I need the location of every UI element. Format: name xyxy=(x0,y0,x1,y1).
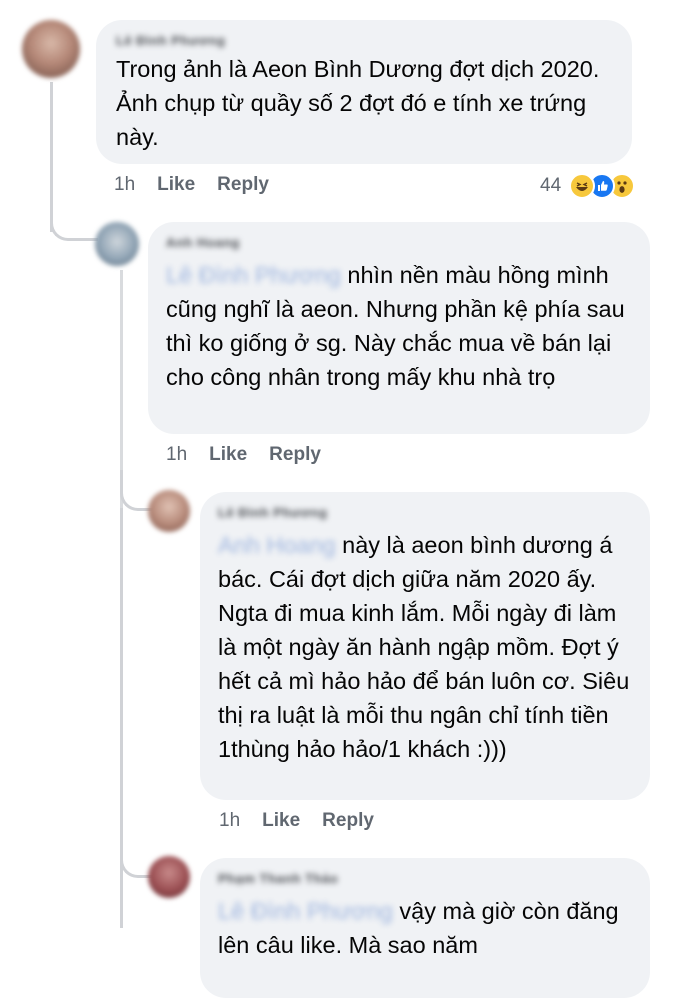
comment-body: này là aeon bình dương á bác. Cái đợt dị… xyxy=(218,532,630,762)
reaction-summary[interactable]: 44 xyxy=(540,173,636,199)
like-button[interactable]: Like xyxy=(157,174,195,196)
reply-button[interactable]: Reply xyxy=(322,810,374,832)
avatar[interactable] xyxy=(95,222,139,266)
like-button[interactable]: Like xyxy=(209,444,247,466)
comment-timestamp[interactable]: 1h xyxy=(114,174,135,196)
mention-link[interactable]: Lê Đình Phương xyxy=(166,262,341,288)
avatar[interactable] xyxy=(22,20,80,78)
comment-text: Lê Đình Phương vậy mà giờ còn đăng lên c… xyxy=(218,894,632,962)
comment-author[interactable]: Phạm Thanh Thảo xyxy=(218,871,338,886)
reply-button[interactable]: Reply xyxy=(217,174,269,196)
like-button[interactable]: Like xyxy=(262,810,300,832)
comment-text: Anh Hoang này là aeon bình dương á bác. … xyxy=(218,528,632,766)
comment-timestamp[interactable]: 1h xyxy=(166,444,187,466)
thread-connector xyxy=(50,200,98,241)
comment-text: Trong ảnh là Aeon Bình Dương đợt dịch 20… xyxy=(116,56,600,150)
comment-author[interactable]: Lê Đình Phương xyxy=(218,505,327,520)
comment-bubble: Lê Đình Phương Anh Hoang này là aeon bìn… xyxy=(200,492,650,800)
comment-bubble: Anh Hoang Lê Đình Phương nhìn nền màu hồ… xyxy=(148,222,650,434)
comment-actions: 1h Like Reply xyxy=(219,810,374,832)
reply-button[interactable]: Reply xyxy=(269,444,321,466)
comment-bubble: Phạm Thanh Thảo Lê Đình Phương vậy mà gi… xyxy=(200,858,650,998)
comment-actions: 1h Like Reply xyxy=(114,174,269,196)
comment-timestamp[interactable]: 1h xyxy=(219,810,240,832)
haha-icon xyxy=(569,173,596,199)
comment-author[interactable]: Anh Hoang xyxy=(166,235,240,250)
comment-bubble: Lê Đình Phương Trong ảnh là Aeon Bình Dư… xyxy=(96,20,632,164)
comment-text: Lê Đình Phương nhìn nền màu hồng mình cũ… xyxy=(166,258,632,394)
mention-link[interactable]: Anh Hoang xyxy=(218,532,336,558)
comment-actions: 1h Like Reply xyxy=(166,444,321,466)
reaction-count: 44 xyxy=(540,175,562,196)
avatar[interactable] xyxy=(148,490,190,532)
comment-author[interactable]: Lê Đình Phương xyxy=(116,33,225,48)
mention-link[interactable]: Lê Đình Phương xyxy=(218,898,393,924)
avatar[interactable] xyxy=(148,856,190,898)
